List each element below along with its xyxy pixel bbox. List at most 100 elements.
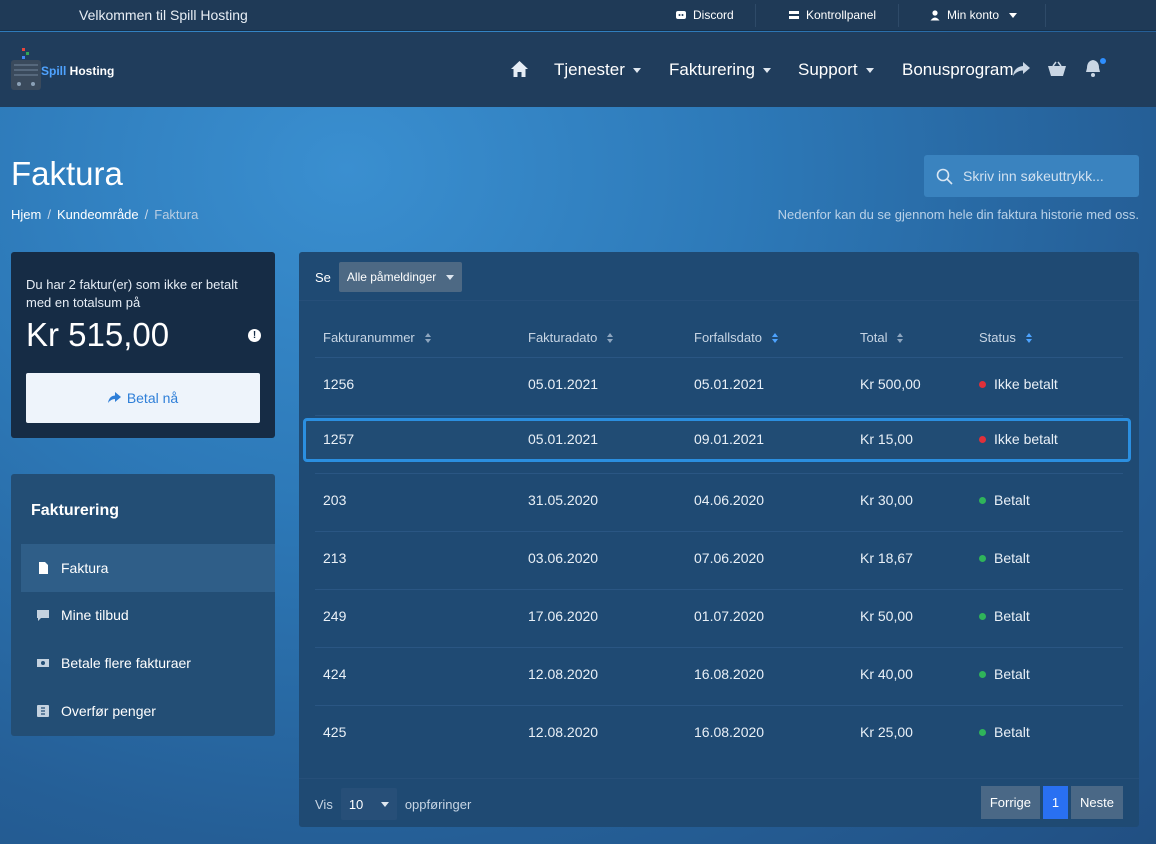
discord-icon (676, 11, 686, 19)
filter-select[interactable]: Alle påmeldinger (338, 262, 463, 292)
sidebar-item-label: Betale flere fakturaer (61, 655, 191, 671)
welcome-text: Velkommen til Spill Hosting (79, 7, 248, 23)
sidebar-item-invoices[interactable]: Faktura (21, 544, 275, 592)
divider (755, 4, 756, 27)
bell-icon[interactable] (1084, 58, 1106, 78)
chevron-down-icon (632, 67, 641, 73)
alert-icon[interactable]: ! (248, 329, 261, 342)
page-size-suffix: oppføringer (404, 796, 472, 812)
sidebar-item-label: Faktura (61, 560, 109, 576)
filter-select-value: Alle påmeldinger (346, 270, 437, 284)
table-row[interactable]: 1256 05.01.2021 05.01.2021 Kr 500,00 Ikke be… (303, 363, 1131, 407)
cell-invoice-date: 17.06.2020 (528, 608, 599, 624)
status-label: Betalt (994, 724, 1030, 740)
sort-icon (771, 332, 778, 343)
basket-icon[interactable] (1047, 61, 1067, 77)
sidebar-item-quotes[interactable]: Mine tilbud (21, 591, 275, 639)
column-header-total[interactable]: Total (860, 330, 904, 345)
status-badge: Betalt (979, 666, 1030, 682)
filter-bar: Se Alle påmeldinger (315, 262, 463, 292)
status-label: Ikke betalt (994, 376, 1058, 392)
table-row[interactable]: 213 03.06.2020 07.06.2020 Kr 18,67 Betalt (303, 537, 1131, 581)
divider (1045, 4, 1046, 27)
brand-name[interactable]: Spill Hosting (41, 64, 114, 78)
table-row[interactable]: 425 12.08.2020 16.08.2020 Kr 25,00 Betalt (303, 711, 1131, 755)
status-label: Betalt (994, 608, 1030, 624)
discord-label: Discord (693, 8, 734, 22)
cell-due-date: 09.01.2021 (694, 431, 765, 447)
search-icon (936, 168, 953, 185)
billing-sidebar: Fakturering Faktura Mine tilbud Betale f… (11, 474, 275, 736)
column-header-label: Forfallsdato (694, 330, 762, 345)
table-row[interactable]: 249 17.06.2020 01.07.2020 Kr 50,00 Betalt (303, 595, 1131, 639)
cell-invoice-date: 03.06.2020 (528, 550, 599, 566)
table-row[interactable]: 203 31.05.2020 04.06.2020 Kr 30,00 Betalt (303, 479, 1131, 523)
sidebar-item-mass-pay[interactable]: Betale flere fakturaer (21, 639, 275, 687)
share-icon[interactable] (1012, 61, 1031, 77)
page-size-value: 10 (348, 796, 364, 812)
pagination: Forrige 1 Neste (980, 786, 1123, 819)
discord-link[interactable]: Discord (675, 8, 734, 22)
column-header-number[interactable]: Fakturanummer (323, 330, 431, 345)
pay-now-button[interactable]: Betal nå (26, 373, 260, 423)
cell-invoice-number: 425 (323, 724, 347, 740)
column-header-status[interactable]: Status (979, 330, 1032, 345)
chevron-down-icon (762, 67, 771, 73)
cell-due-date: 16.08.2020 (694, 666, 765, 682)
prev-page-button[interactable]: Forrige (980, 786, 1041, 819)
account-menu[interactable]: Min konto (929, 8, 1018, 22)
page-title: Faktura (11, 155, 123, 192)
cell-invoice-date: 05.01.2021 (528, 431, 599, 447)
nav-services[interactable]: Tjenester (554, 60, 641, 80)
nav-support-label: Support (798, 60, 858, 79)
cell-due-date: 07.06.2020 (694, 550, 765, 566)
pay-now-label: Betal nå (126, 390, 179, 406)
column-header-date[interactable]: Fakturadato (528, 330, 614, 345)
sidebar-item-transfer[interactable]: Overfør penger (21, 687, 275, 735)
cell-total: Kr 15,00 (860, 431, 913, 447)
nav-bonus[interactable]: Bonusprogram (902, 60, 1014, 80)
cell-invoice-number: 1256 (323, 376, 355, 392)
table-row[interactable]: 424 12.08.2020 16.08.2020 Kr 40,00 Betalt (303, 653, 1131, 697)
share-icon (107, 392, 121, 403)
nav-billing-label: Fakturering (669, 60, 755, 79)
page-button-current[interactable]: 1 (1043, 786, 1069, 819)
page-size-control: Vis 10 oppføringer (315, 788, 471, 820)
column-header-due-date[interactable]: Forfallsdato (694, 330, 778, 345)
control-panel-link[interactable]: Kontrollpanel (788, 8, 876, 22)
status-dot-icon (979, 671, 986, 678)
invoice-table-panel: Se Alle påmeldinger Fakturanummer Faktur… (299, 252, 1139, 827)
search-input[interactable] (963, 168, 1133, 184)
cell-invoice-number: 249 (323, 608, 347, 624)
divider (315, 531, 1123, 532)
cell-total: Kr 25,00 (860, 724, 913, 740)
chevron-down-icon (1009, 12, 1018, 18)
divider (315, 589, 1123, 590)
home-icon[interactable] (510, 60, 529, 78)
sort-icon (1025, 332, 1032, 343)
column-header-label: Status (979, 330, 1016, 345)
sort-icon (607, 332, 614, 343)
column-header-label: Total (860, 330, 888, 345)
status-dot-icon (979, 497, 986, 504)
cell-total: Kr 18,67 (860, 550, 913, 566)
chevron-down-icon (380, 801, 389, 807)
nav-support[interactable]: Support (798, 60, 874, 80)
sidebar-item-label: Overfør penger (61, 703, 156, 719)
chevron-down-icon (865, 67, 874, 73)
search-box[interactable] (924, 155, 1139, 197)
breadcrumb-client-area[interactable]: Kundeområde (57, 207, 139, 222)
main-navbar: Spill Hosting Tjenester Fakturering Supp… (0, 32, 1156, 107)
status-dot-icon (979, 436, 986, 443)
page-size-select[interactable]: 10 (340, 788, 397, 820)
cell-total: Kr 40,00 (860, 666, 913, 682)
next-page-button[interactable]: Neste (1071, 786, 1123, 819)
user-icon (930, 10, 940, 21)
status-label: Betalt (994, 666, 1030, 682)
sort-icon (897, 332, 904, 343)
billing-sidebar-title: Fakturering (31, 502, 120, 519)
comment-icon (37, 610, 49, 621)
nav-billing[interactable]: Fakturering (669, 60, 771, 80)
breadcrumb-home[interactable]: Hjem (11, 207, 41, 222)
table-row[interactable]: 1257 05.01.2021 09.01.2021 Kr 15,00 Ikke bet… (303, 418, 1131, 462)
